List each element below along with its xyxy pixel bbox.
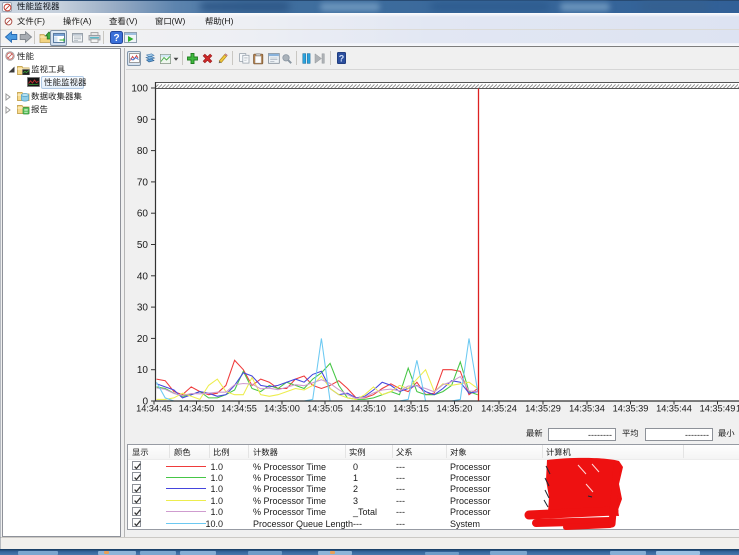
svg-text:14:34:45: 14:34:45 bbox=[136, 404, 172, 414]
svg-text:20: 20 bbox=[137, 334, 149, 345]
svg-text:14:35:44: 14:35:44 bbox=[656, 404, 692, 414]
svg-text:100: 100 bbox=[131, 84, 148, 95]
svg-text:14:35:49: 14:35:49 bbox=[700, 404, 736, 414]
svg-text:14:34:55: 14:34:55 bbox=[221, 404, 257, 414]
svg-text:14:35:20: 14:35:20 bbox=[437, 404, 473, 414]
svg-text:80: 80 bbox=[137, 146, 149, 157]
svg-text:40: 40 bbox=[137, 271, 149, 282]
svg-text:14:35:39: 14:35:39 bbox=[613, 404, 649, 414]
svg-text:10: 10 bbox=[137, 365, 149, 376]
svg-text:14:35:05: 14:35:05 bbox=[307, 404, 343, 414]
svg-text:14:35:34: 14:35:34 bbox=[569, 404, 605, 414]
svg-text:14:35:10: 14:35:10 bbox=[350, 404, 386, 414]
svg-text:90: 90 bbox=[137, 115, 149, 126]
svg-text:14:34:50: 14:34:50 bbox=[179, 404, 215, 414]
svg-text:30: 30 bbox=[137, 303, 149, 314]
svg-text:70: 70 bbox=[137, 177, 149, 188]
svg-text:14:35:24: 14:35:24 bbox=[481, 404, 517, 414]
svg-text:50: 50 bbox=[137, 240, 149, 251]
svg-text:14:35:29: 14:35:29 bbox=[525, 404, 561, 414]
svg-text:60: 60 bbox=[137, 209, 149, 220]
svg-text:14:35:00: 14:35:00 bbox=[264, 404, 300, 414]
svg-text:14:35:15: 14:35:15 bbox=[393, 404, 429, 414]
